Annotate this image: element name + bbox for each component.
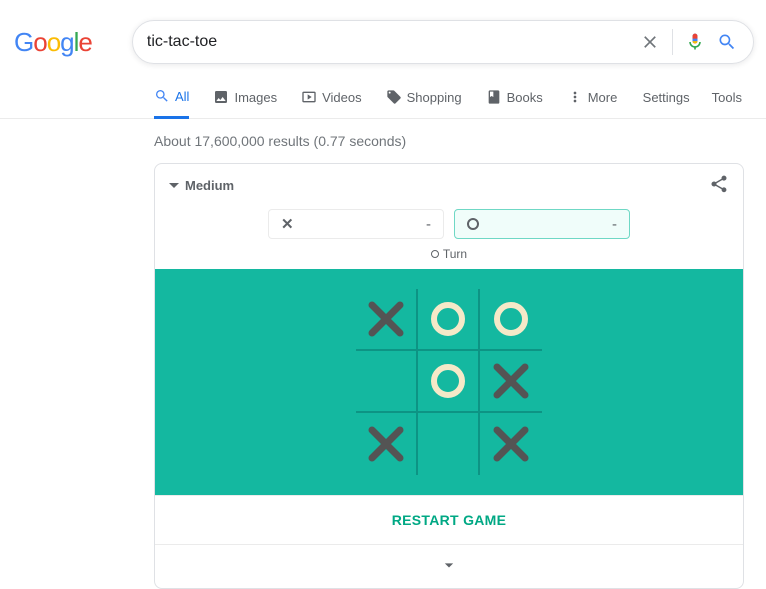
search-icon[interactable] (715, 32, 739, 52)
link-tools[interactable]: Tools (712, 80, 742, 117)
share-icon[interactable] (709, 174, 729, 197)
tab-shopping[interactable]: Shopping (386, 78, 462, 118)
turn-indicator: Turn (155, 247, 743, 269)
cell-7[interactable] (418, 413, 480, 475)
books-icon (486, 89, 502, 105)
google-logo[interactable]: Google (14, 27, 92, 58)
search-bar (132, 20, 754, 64)
tab-more[interactable]: More (567, 78, 618, 118)
chevron-down-icon (439, 555, 459, 575)
cell-6[interactable] (356, 413, 418, 475)
videos-icon (301, 89, 317, 105)
divider (672, 29, 673, 55)
search-icon (154, 88, 170, 104)
link-settings[interactable]: Settings (643, 80, 690, 117)
tictactoe-card: Medium ✕ - - Turn (154, 163, 744, 589)
header: Google (0, 0, 766, 78)
result-stats: About 17,600,000 results (0.77 seconds) (154, 133, 766, 149)
cell-8[interactable] (480, 413, 542, 475)
tab-videos[interactable]: Videos (301, 78, 362, 118)
search-input[interactable] (147, 33, 638, 51)
cell-4[interactable] (418, 351, 480, 413)
game-board (356, 289, 542, 475)
tab-all[interactable]: All (154, 78, 189, 119)
navigation-tabs: All Images Videos Shopping Books More (0, 78, 766, 119)
cell-3[interactable] (356, 351, 418, 413)
expand-button[interactable] (155, 544, 743, 588)
caret-down-icon (169, 181, 179, 191)
cell-5[interactable] (480, 351, 542, 413)
difficulty-select[interactable]: Medium (169, 178, 234, 193)
clear-icon[interactable] (638, 32, 662, 52)
shopping-icon (386, 89, 402, 105)
images-icon (213, 89, 229, 105)
score-o[interactable]: - (454, 209, 630, 239)
mic-icon[interactable] (683, 32, 707, 52)
more-icon (567, 89, 583, 105)
tab-images[interactable]: Images (213, 78, 277, 118)
cell-2[interactable] (480, 289, 542, 351)
tab-books[interactable]: Books (486, 78, 543, 118)
score-x[interactable]: ✕ - (268, 209, 444, 239)
cell-1[interactable] (418, 289, 480, 351)
main-content: About 17,600,000 results (0.77 seconds) … (0, 119, 766, 589)
cell-0[interactable] (356, 289, 418, 351)
restart-button[interactable]: RESTART GAME (155, 495, 743, 544)
